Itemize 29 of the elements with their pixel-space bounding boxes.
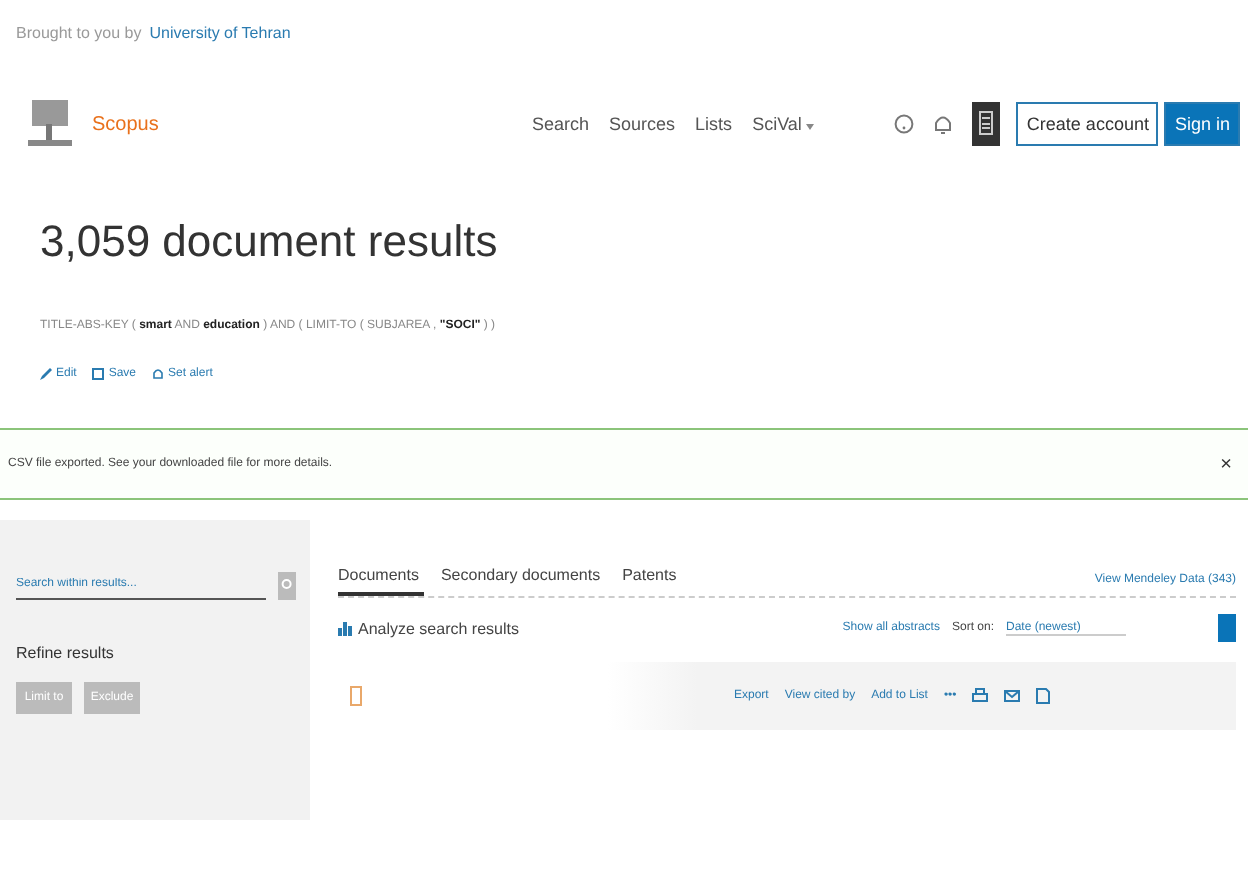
brought-by-label: Brought to you by (16, 24, 142, 46)
sign-in-button[interactable]: Sign in (1164, 102, 1240, 146)
tab[interactable]: Secondary documents (440, 566, 607, 596)
close-button[interactable]: × (1220, 453, 1232, 475)
nav-link[interactable]: Lists (695, 114, 733, 134)
clipboard-icon[interactable] (972, 102, 1001, 146)
institution-link[interactable]: University of Tehran (149, 24, 291, 76)
help-icon[interactable] (894, 114, 915, 134)
nav-link[interactable]: Search (531, 114, 590, 134)
document-icon[interactable] (1036, 688, 1051, 704)
tab[interactable]: Documents (338, 566, 425, 596)
nav-link[interactable]: Sources (609, 114, 676, 134)
bell-icon (152, 368, 165, 380)
select-all-checkbox[interactable] (350, 686, 362, 706)
caret-icon (806, 124, 815, 130)
save-icon (92, 368, 105, 380)
chart-icon (338, 620, 352, 636)
results-title: 3,059 document results (40, 216, 500, 268)
pencil-icon (40, 368, 52, 380)
tab[interactable]: Patents (622, 566, 683, 596)
refine-title: Refine results (16, 644, 116, 662)
nav-link[interactable]: SciVal (752, 114, 815, 134)
bell-icon[interactable] (934, 113, 953, 135)
create-account-button[interactable]: Create account (1016, 102, 1159, 146)
sort-toggle-button[interactable] (1218, 614, 1236, 642)
email-icon[interactable] (1004, 688, 1021, 704)
print-icon[interactable] (972, 688, 989, 704)
brand-name[interactable]: Scopus (92, 113, 159, 135)
analyze-link[interactable]: Analyze search results (358, 619, 519, 637)
